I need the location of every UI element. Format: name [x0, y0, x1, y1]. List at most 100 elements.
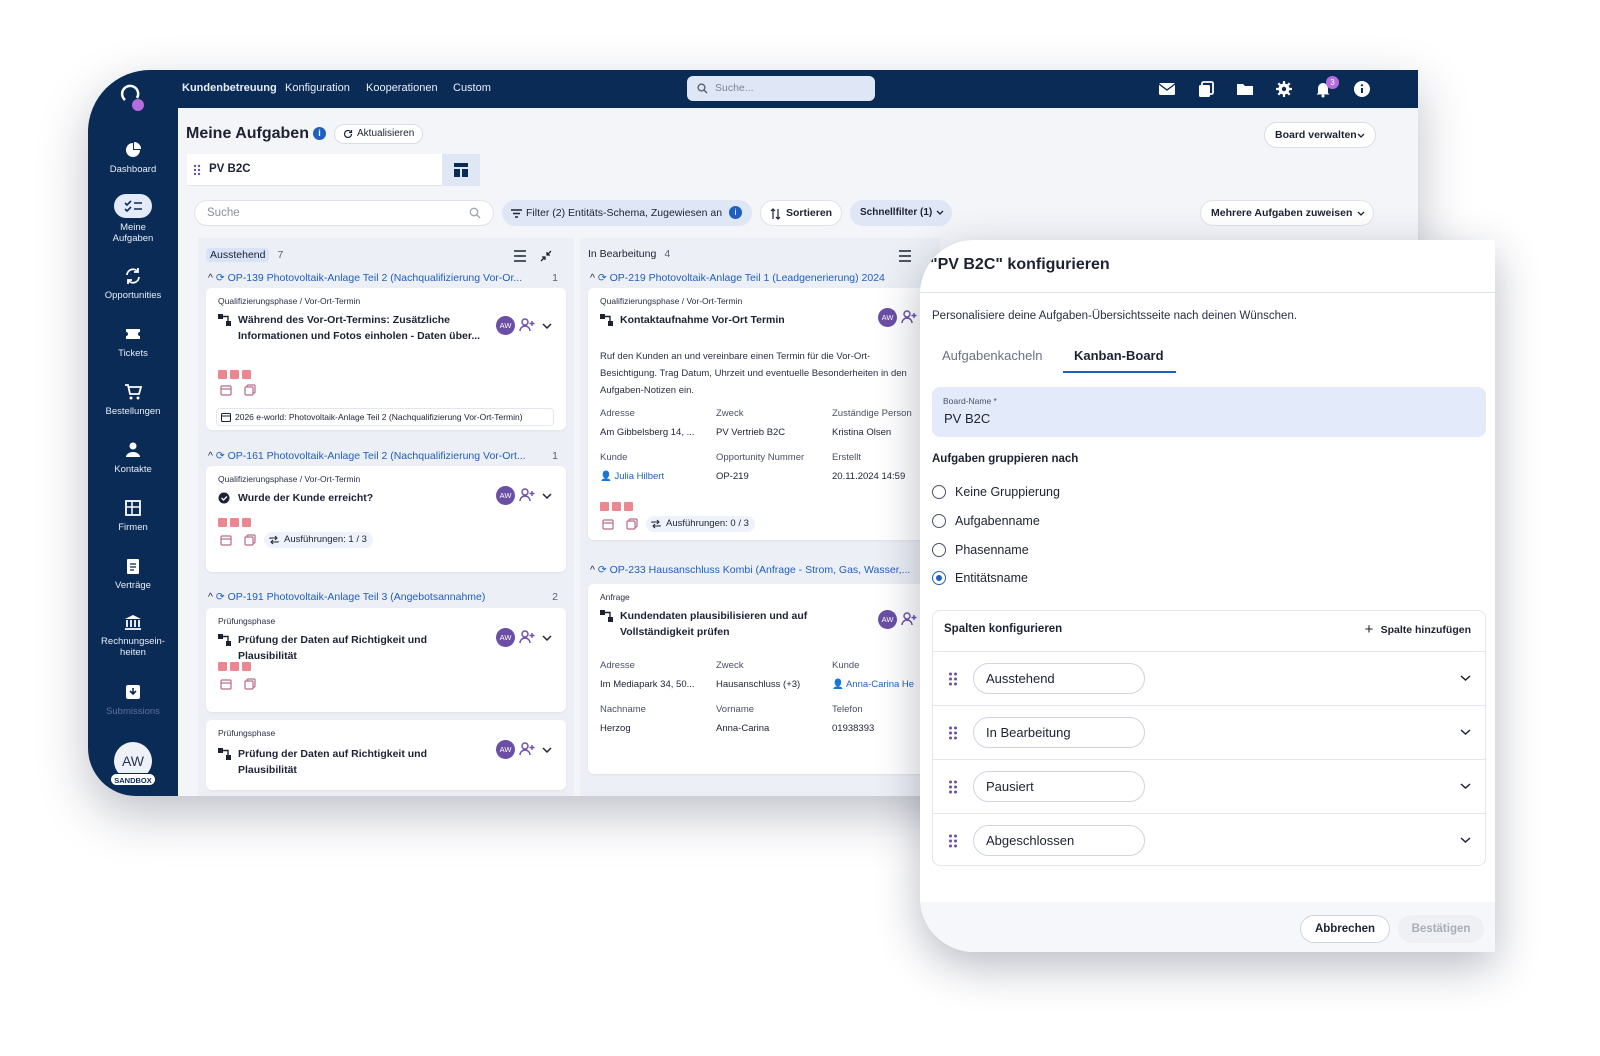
filter-chip[interactable]: Filter (2) Entitäts-Schema, Zugewiesen a… — [502, 200, 752, 226]
add-person-icon[interactable] — [901, 612, 917, 626]
drag-handle-icon[interactable] — [948, 671, 958, 687]
copy-icon[interactable] — [244, 678, 256, 690]
sidebar-item-vertraege[interactable]: Verträge — [88, 556, 178, 591]
task-card[interactable]: Qualifizierungsphase / Vor-Ort-Termin Ko… — [588, 288, 940, 540]
list-icon[interactable] — [898, 250, 912, 262]
drag-handle-icon[interactable] — [948, 725, 958, 741]
sidebar-item-bestellungen[interactable]: Bestellungen — [88, 382, 178, 417]
sidebar-item-firmen[interactable]: Firmen — [88, 498, 178, 533]
chevron-down-icon[interactable] — [1460, 836, 1471, 844]
column-name-input[interactable]: Abgeschlossen — [973, 825, 1145, 856]
customer-link[interactable]: 👤 Julia Hilbert — [600, 471, 664, 482]
sidebar-item-kontakte[interactable]: Kontakte — [88, 440, 178, 475]
board-manage-button[interactable]: Board verwalten — [1264, 122, 1376, 148]
copy-icon[interactable] — [244, 534, 256, 546]
task-phase: Prüfungsphase — [218, 616, 276, 626]
copy-icon[interactable] — [1197, 80, 1215, 98]
calendar-icon[interactable] — [602, 518, 614, 530]
group-header[interactable]: ^ ⟳ OP-219 Photovoltaik-Anlage Teil 1 (L… — [590, 272, 930, 284]
folder-icon[interactable] — [1236, 80, 1254, 98]
board-manage-label: Board verwalten — [1275, 129, 1357, 141]
column-name-input[interactable]: In Bearbeitung — [973, 717, 1145, 748]
radio-phasenname[interactable]: Phasenname — [932, 542, 1029, 558]
task-search-input[interactable]: Suche — [194, 200, 494, 226]
group-header[interactable]: ^ ⟳ OP-161 Photovoltaik-Anlage Teil 2 (N… — [208, 450, 558, 462]
group-header[interactable]: ^ ⟳ OP-139 Photovoltaik-Anlage Teil 2 (N… — [208, 272, 558, 284]
chevron-down-icon[interactable] — [1460, 674, 1471, 682]
sidebar-item-dashboard[interactable]: Dashboard — [88, 140, 178, 175]
global-search-input[interactable]: Suche... — [687, 76, 875, 101]
chevron-down-icon[interactable] — [542, 322, 552, 330]
copy-icon[interactable] — [626, 518, 638, 530]
chevron-down-icon[interactable] — [1460, 782, 1471, 790]
sidebar-item-rechnungseinheiten[interactable]: Rechnungsein-heiten — [88, 612, 178, 658]
column-name-input[interactable]: Pausiert — [973, 771, 1145, 802]
add-person-icon[interactable] — [519, 630, 535, 644]
assignee-avatar[interactable]: AW — [496, 740, 515, 759]
refresh-button[interactable]: Aktualisieren — [334, 124, 424, 144]
assignee-avatar[interactable]: AW — [878, 308, 897, 327]
gear-icon[interactable] — [1275, 80, 1293, 98]
chevron-down-icon[interactable] — [542, 634, 552, 642]
ticket-icon — [126, 329, 140, 339]
sidebar-item-submissions[interactable]: Submissions — [88, 682, 178, 717]
chevron-down-icon[interactable] — [542, 492, 552, 500]
entity-link[interactable]: 2026 e-world: Photovoltaik-Anlage Teil 2… — [216, 408, 554, 426]
calendar-icon[interactable] — [220, 384, 232, 396]
assignee-avatar[interactable]: AW — [496, 316, 515, 335]
board-name-field[interactable]: Board-Name * PV B2C — [932, 387, 1486, 437]
confirm-button[interactable]: Bestätigen — [1398, 915, 1484, 943]
radio-keine-gruppierung[interactable]: Keine Gruppierung — [932, 484, 1060, 500]
calendar-icon[interactable] — [220, 534, 232, 546]
nav-custom[interactable]: Custom — [453, 82, 491, 94]
repeat-icon — [269, 535, 279, 545]
group-header[interactable]: ^ ⟳ OP-233 Hausanschluss Kombi (Anfrage … — [590, 564, 910, 576]
board-view-toggle[interactable] — [442, 154, 480, 186]
group-header[interactable]: ^ ⟳ OP-191 Photovoltaik-Anlage Teil 3 (A… — [208, 591, 558, 603]
info-icon[interactable]: i — [729, 206, 742, 219]
assign-multiple-button[interactable]: Mehrere Aufgaben zuweisen — [1200, 200, 1374, 226]
calendar-icon[interactable] — [220, 678, 232, 690]
tab-aufgabenkacheln[interactable]: Aufgabenkacheln — [942, 348, 1042, 363]
sidebar-item-meine-aufgaben[interactable]: Meine Aufgaben — [88, 194, 178, 244]
field-value: Am Gibbelsberg 14, ... — [600, 427, 695, 438]
task-card[interactable]: Prüfungsphase Prüfung der Daten auf Rich… — [206, 608, 566, 712]
chevron-down-icon[interactable] — [1460, 728, 1471, 736]
mail-icon[interactable] — [1158, 80, 1176, 98]
add-person-icon[interactable] — [901, 310, 917, 324]
task-card[interactable]: Qualifizierungsphase / Vor-Ort-Termin Wu… — [206, 466, 566, 572]
task-card[interactable]: Qualifizierungsphase / Vor-Ort-Termin Wä… — [206, 288, 566, 430]
assignee-avatar[interactable]: AW — [496, 486, 515, 505]
tab-kanban-board[interactable]: Kanban-Board — [1074, 348, 1164, 363]
collapse-icon[interactable] — [540, 250, 552, 262]
assignee-avatar[interactable]: AW — [878, 610, 897, 629]
add-column-button[interactable]: Spalte hinzufügen — [1365, 621, 1471, 638]
chevron-down-icon[interactable] — [542, 746, 552, 754]
drag-handle-icon[interactable] — [948, 779, 958, 795]
person-icon — [126, 442, 140, 457]
sidebar-item-opportunities[interactable]: Opportunities — [88, 266, 178, 301]
quickfilter-chip[interactable]: Schnellfilter (1) — [850, 200, 952, 226]
add-person-icon[interactable] — [519, 318, 535, 332]
task-card[interactable]: Anfrage Kundendaten plausibilisieren und… — [588, 584, 940, 774]
info-icon[interactable] — [1353, 80, 1371, 98]
assignee-avatar[interactable]: AW — [496, 628, 515, 647]
column-name-input[interactable]: Ausstehend — [973, 663, 1145, 694]
copy-icon[interactable] — [244, 384, 256, 396]
add-person-icon[interactable] — [519, 488, 535, 502]
nav-kundenbetreuung[interactable]: Kundenbetreuung — [182, 82, 277, 94]
cancel-button[interactable]: Abbrechen — [1300, 915, 1390, 943]
drag-handle-icon[interactable] — [948, 833, 958, 849]
task-card[interactable]: Prüfungsphase Prüfung der Daten auf Rich… — [206, 720, 566, 790]
nav-kooperationen[interactable]: Kooperationen — [366, 82, 438, 94]
customer-link[interactable]: 👤 Anna-Carina He — [832, 679, 914, 690]
info-icon[interactable]: i — [312, 127, 326, 141]
board-tab[interactable]: PV B2C — [187, 154, 442, 186]
radio-entitaetsname[interactable]: Entitätsname — [932, 570, 1028, 586]
add-person-icon[interactable] — [519, 742, 535, 756]
radio-aufgabenname[interactable]: Aufgabenname — [932, 513, 1040, 529]
sort-button[interactable]: Sortieren — [760, 200, 842, 226]
list-icon[interactable] — [513, 250, 527, 262]
sidebar-item-tickets[interactable]: Tickets — [88, 324, 178, 359]
nav-konfiguration[interactable]: Konfiguration — [285, 82, 350, 94]
